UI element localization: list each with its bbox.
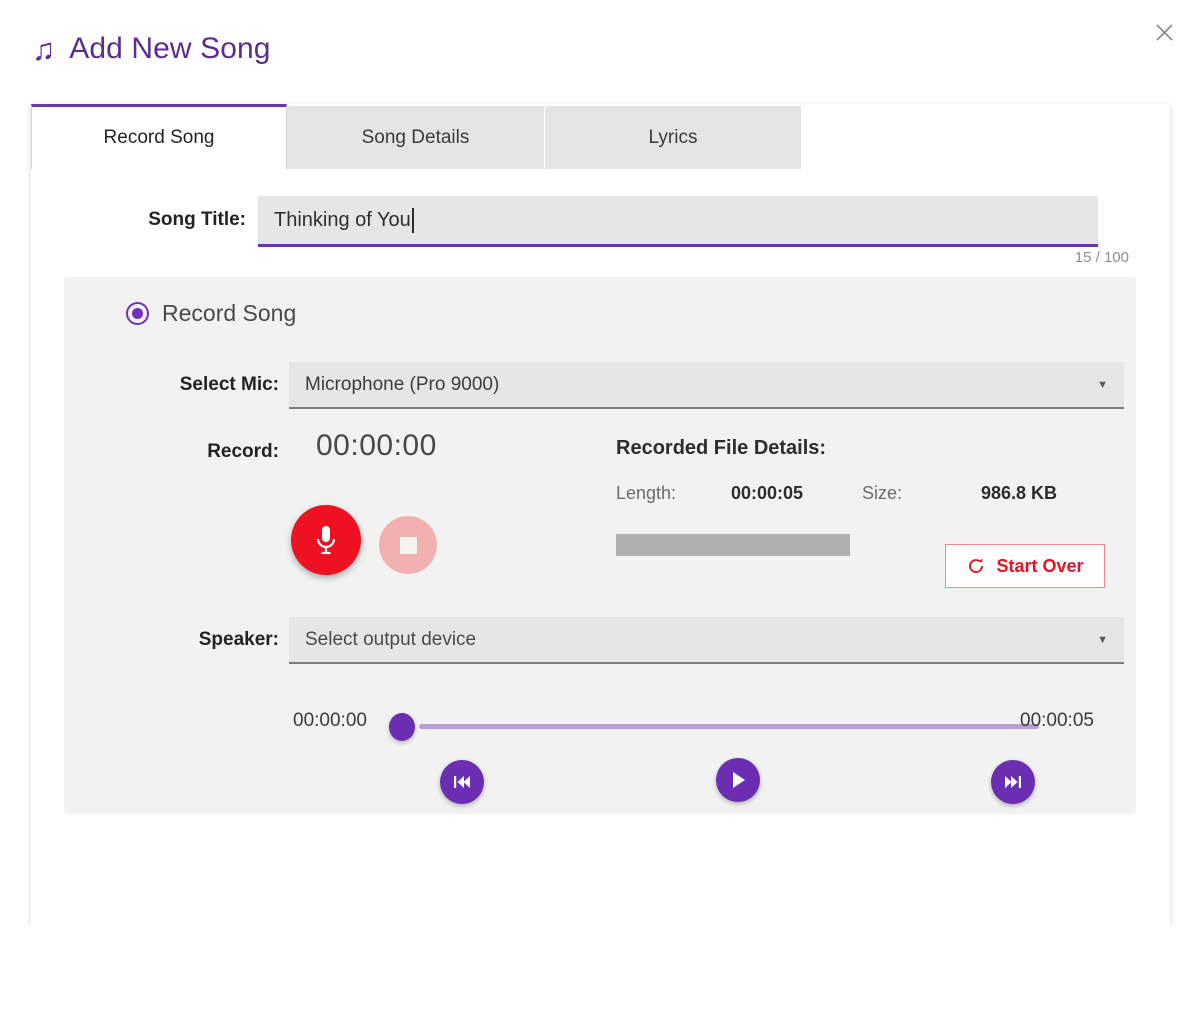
song-title-row: Song Title: Thinking of You	[31, 186, 1170, 250]
select-speaker-value: Select output device	[289, 629, 1097, 651]
skip-forward-button[interactable]	[991, 760, 1035, 804]
playback-slider-thumb[interactable]	[389, 713, 415, 741]
record-label: Record:	[124, 441, 279, 463]
skip-back-button[interactable]	[440, 760, 484, 804]
refresh-icon	[966, 556, 986, 576]
stop-square-icon	[400, 537, 417, 554]
radio-record-song[interactable]: Record Song	[126, 300, 296, 327]
playback-slider-row: 00:00:00 00:00:05	[64, 701, 1136, 741]
start-over-label: Start Over	[996, 556, 1083, 577]
playback-total-time: 00:00:05	[1020, 710, 1094, 732]
dialog-content-card: Record Song Song Details Lyrics Song Tit…	[31, 104, 1170, 925]
waveform-bar	[616, 534, 850, 556]
add-new-song-dialog: ♫ Add New Song Record Song Song Details …	[0, 0, 1200, 1035]
skip-forward-icon	[1003, 773, 1023, 791]
size-value: 986.8 KB	[981, 483, 1057, 504]
select-speaker-dropdown[interactable]: Select output device ▼	[289, 617, 1124, 664]
playback-slider-track[interactable]	[419, 724, 1039, 729]
record-song-panel: Record Song Select Mic: Microphone (Pro …	[64, 277, 1136, 814]
tab-record-song-label: Record Song	[104, 127, 215, 149]
tab-song-details[interactable]: Song Details	[287, 106, 545, 169]
dialog-footer: Save details without an audio file Cance…	[0, 925, 1200, 1035]
length-label: Length:	[616, 483, 676, 504]
page-title: Add New Song	[69, 32, 270, 66]
song-title-value: Thinking of You	[274, 209, 411, 232]
play-button[interactable]	[716, 758, 760, 802]
skip-back-icon	[452, 773, 472, 791]
size-label: Size:	[862, 483, 902, 504]
chevron-down-icon: ▼	[1097, 379, 1124, 391]
radio-record-song-label: Record Song	[162, 300, 296, 327]
dialog-title-row: ♫ Add New Song	[32, 32, 271, 66]
chevron-down-icon: ▼	[1097, 634, 1124, 646]
play-icon	[729, 770, 747, 790]
select-mic-dropdown[interactable]: Microphone (Pro 9000) ▼	[289, 362, 1124, 409]
tab-lyrics-label: Lyrics	[649, 127, 698, 149]
music-note-icon: ♫	[32, 34, 55, 65]
dialog-header: ♫ Add New Song	[0, 0, 1200, 104]
tab-song-details-label: Song Details	[362, 127, 470, 149]
record-button[interactable]	[291, 505, 361, 575]
tab-bar: Record Song Song Details Lyrics	[31, 104, 802, 169]
song-title-label: Song Title:	[91, 209, 246, 231]
record-timer: 00:00:00	[316, 429, 437, 463]
song-title-input[interactable]: Thinking of You	[258, 196, 1098, 247]
char-counter: 15 / 100	[1075, 249, 1129, 266]
tab-record-song[interactable]: Record Song	[31, 104, 287, 169]
select-mic-value: Microphone (Pro 9000)	[289, 374, 1097, 396]
recorded-file-details-heading: Recorded File Details:	[616, 437, 826, 460]
speaker-label: Speaker:	[124, 629, 279, 651]
start-over-button[interactable]: Start Over	[945, 544, 1105, 588]
tab-lyrics[interactable]: Lyrics	[545, 106, 802, 169]
playback-current-time: 00:00:00	[293, 710, 367, 732]
select-mic-label: Select Mic:	[124, 374, 279, 396]
close-icon[interactable]	[1142, 10, 1186, 54]
radio-selected-icon	[126, 302, 149, 325]
length-value: 00:00:05	[731, 483, 803, 504]
stop-button[interactable]	[379, 516, 437, 574]
text-caret	[412, 208, 414, 233]
